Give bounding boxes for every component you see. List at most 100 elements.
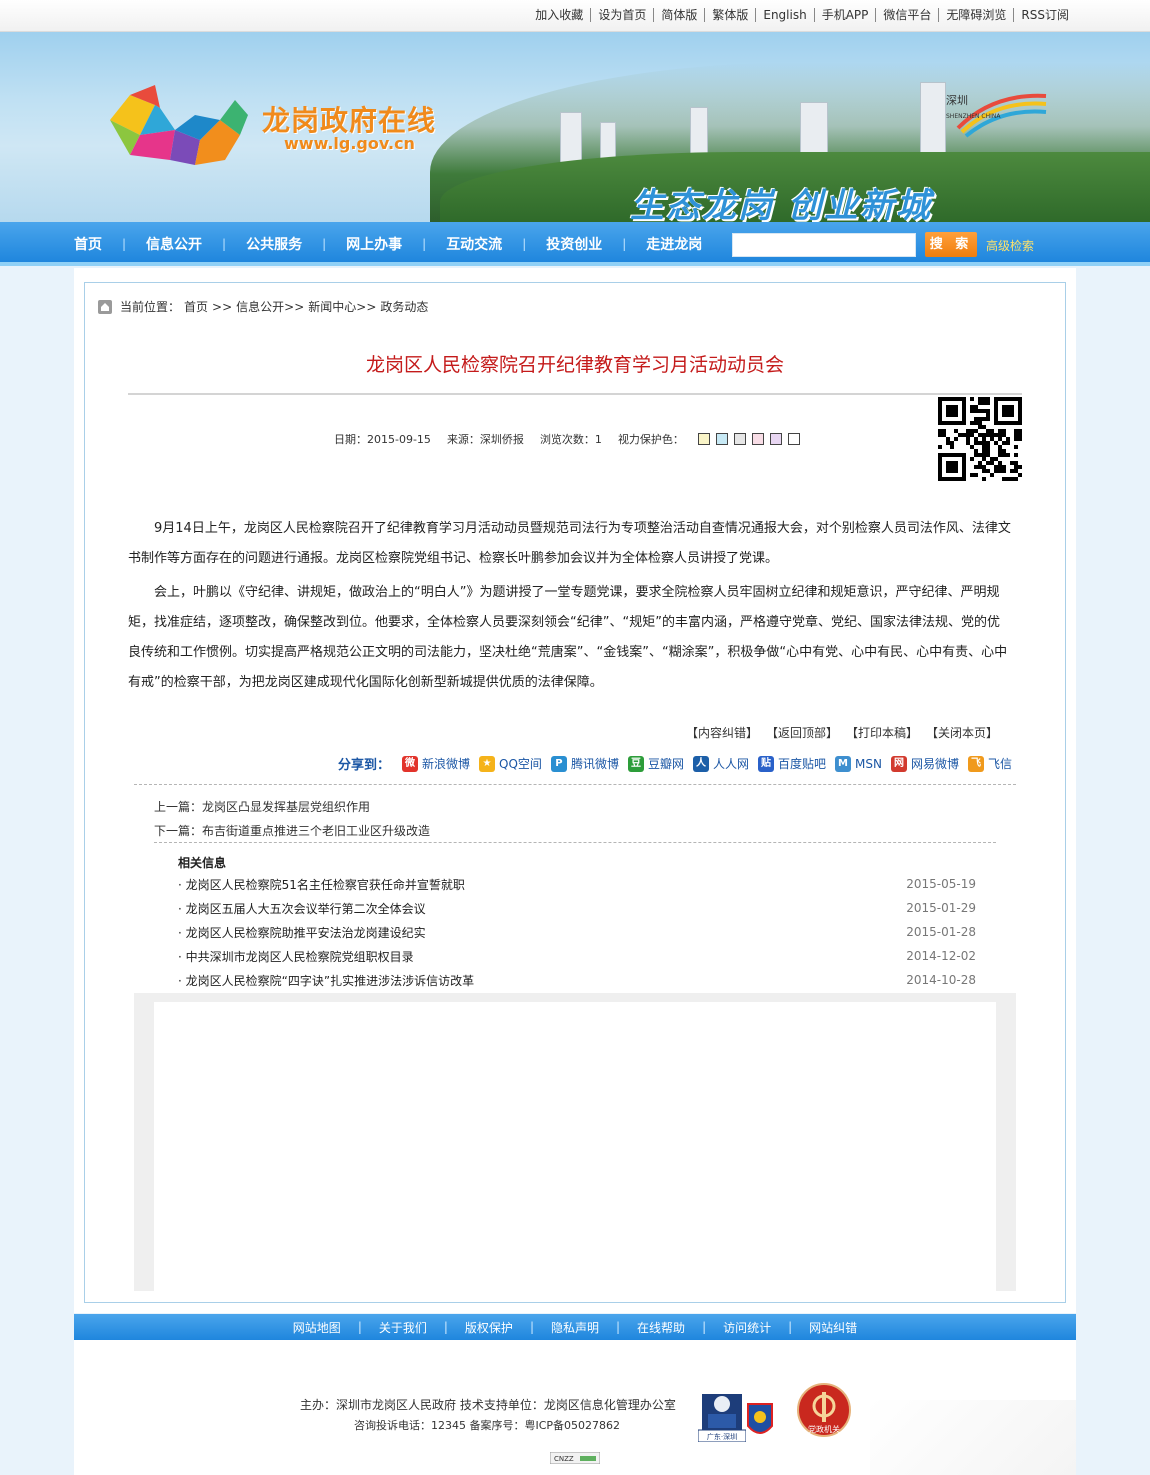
related-item-title[interactable]: · 龙岗区人民检察院“四字诀”扎实推进涉法涉诉信访改革 xyxy=(178,972,474,989)
share-item-label: 网易微博 xyxy=(910,757,959,771)
breadcrumb-info-disclosure[interactable]: 信息公开>> xyxy=(236,298,304,315)
top-link-favorite[interactable]: 加入收藏 xyxy=(528,8,590,22)
list-item[interactable]: · 龙岗区五届人大五次会议举行第二次全体会议 2015-01-29 xyxy=(178,896,978,920)
next-article-link[interactable]: 下一篇：布吉街道重点推进三个老旧工业区升级改造 xyxy=(154,822,430,839)
party-government-badge-icon[interactable]: 党政机关 xyxy=(796,1382,852,1444)
nav-about-longgang[interactable]: 走进龙岗 xyxy=(626,234,722,254)
share-sina-weibo[interactable]: 微新浪微博 xyxy=(402,755,470,772)
eye-care-label: 视力保护色： xyxy=(617,433,684,446)
footer-link-privacy[interactable]: 隐私声明 xyxy=(534,1319,616,1336)
banner-slogan: 生态龙岗 创业新城 xyxy=(630,186,932,222)
related-item-title[interactable]: · 中共深圳市龙岗区人民检察院党组职权目录 xyxy=(178,948,414,965)
list-item[interactable]: · 龙岗区人民检察院“四字诀”扎实推进涉法涉诉信访改革 2014-10-28 xyxy=(178,968,978,992)
share-item-label: 飞信 xyxy=(987,757,1012,771)
footer-corner xyxy=(870,1400,1076,1475)
cnzz-label: CNZZ xyxy=(554,1455,574,1463)
longgang-logo-icon xyxy=(110,85,248,165)
nav-public-service[interactable]: 公共服务 xyxy=(226,234,322,254)
qzone-icon: ★ xyxy=(479,755,496,772)
footer-link-correction[interactable]: 网站纠错 xyxy=(792,1319,874,1336)
baidu-tieba-icon: 贴 xyxy=(757,755,774,772)
shenzhen-badge-text: 深圳 xyxy=(946,94,968,107)
related-item-title[interactable]: · 龙岗区人民检察院助推平安法治龙岗建设纪实 xyxy=(178,924,426,941)
breadcrumb-news-center[interactable]: 新闻中心>> xyxy=(308,298,376,315)
footer-link-sitemap[interactable]: 网站地图 xyxy=(276,1319,358,1336)
share-qzone[interactable]: ★ QQ空间 xyxy=(479,755,542,772)
top-link-traditional[interactable]: 繁体版 xyxy=(704,8,755,22)
police-badge-label: 广东·深圳 xyxy=(707,1432,737,1441)
list-item[interactable]: · 龙岗区人民检察院51名主任检察官获任命并宣誓就职 2015-05-19 xyxy=(178,872,978,896)
share-baidu-tieba[interactable]: 贴百度贴吧 xyxy=(757,755,826,772)
top-link-simplified[interactable]: 简体版 xyxy=(653,8,704,22)
footer-contact-info: 咨询投诉电话：12345 备案序号：粤ICP备05027862 xyxy=(354,1419,621,1432)
share-item-label: 豆瓣网 xyxy=(647,757,684,771)
search-input[interactable] xyxy=(732,233,916,257)
nav-home[interactable]: 首页 xyxy=(54,234,122,254)
share-netease-weibo[interactable]: 网网易微博 xyxy=(890,755,959,772)
nav-investment[interactable]: 投资创业 xyxy=(526,234,622,254)
top-link-homepage[interactable]: 设为首页 xyxy=(590,8,653,22)
related-item-title[interactable]: · 龙岗区人民检察院51名主任检察官获任命并宣誓就职 xyxy=(178,876,465,893)
eye-care-swatch-grey[interactable] xyxy=(733,433,746,445)
share-bar: 分享到： 微新浪微博 ★ QQ空间 P 腾讯微博 豆豆瓣网 人人人网 贴百度贴吧 M… xyxy=(338,754,1021,773)
top-link-rss[interactable]: RSS订阅 xyxy=(1013,8,1076,22)
emblem-icon[interactable] xyxy=(746,1402,774,1440)
breadcrumb-separator: >> xyxy=(212,299,233,314)
print-link[interactable]: 【打印本稿】 xyxy=(846,724,918,741)
eye-care-swatch-purple[interactable] xyxy=(769,433,782,445)
top-link-accessibility[interactable]: 无障碍浏览 xyxy=(938,8,1013,22)
article-tools: 【内容纠错】 【返回顶部】 【打印本稿】 【关闭本页】 xyxy=(686,724,1006,741)
eye-care-swatch-white[interactable] xyxy=(787,433,800,445)
breadcrumb-home[interactable]: 首页 xyxy=(184,298,208,315)
share-item-label: 腾讯微博 xyxy=(570,757,619,771)
top-link-wechat[interactable]: 微信平台 xyxy=(875,8,938,22)
related-info-heading: 相关信息 xyxy=(178,856,227,870)
eye-care-swatch-blue[interactable] xyxy=(715,433,728,445)
top-link-mobile-app[interactable]: 手机APP xyxy=(813,8,876,22)
related-item-date: 2014-12-02 xyxy=(906,949,976,963)
eye-care-swatch-pink[interactable] xyxy=(751,433,764,445)
close-page-link[interactable]: 【关闭本页】 xyxy=(926,724,998,741)
list-item[interactable]: · 中共深圳市龙岗区人民检察院党组职权目录 2014-12-02 xyxy=(178,944,978,968)
eye-care-swatch-yellow[interactable] xyxy=(697,433,710,445)
article-body: 9月14日上午，龙岗区人民检察院召开了纪律教育学习月活动动员暨规范司法行为专项整… xyxy=(128,514,1012,702)
divider xyxy=(134,784,1016,785)
cnzz-stat-icon[interactable]: CNZZ xyxy=(550,1452,600,1464)
footer-link-stats[interactable]: 访问统计 xyxy=(706,1319,788,1336)
footer-link-help[interactable]: 在线帮助 xyxy=(620,1319,702,1336)
footer-link-about[interactable]: 关于我们 xyxy=(362,1319,444,1336)
top-utility-bar: 加入收藏 设为首页 简体版 繁体版 English 手机APP 微信平台 无障碍… xyxy=(0,0,1150,32)
report-error-link[interactable]: 【内容纠错】 xyxy=(686,724,758,741)
nav-online-service[interactable]: 网上办事 xyxy=(326,234,422,254)
share-label: 分享到： xyxy=(338,758,391,773)
divider xyxy=(154,842,996,843)
previous-article-link[interactable]: 上一篇：龙岗区凸显发挥基层党组织作用 xyxy=(154,798,370,815)
share-msn[interactable]: M MSN xyxy=(835,755,882,772)
title-divider xyxy=(128,393,1022,395)
douban-icon: 豆 xyxy=(627,755,644,772)
share-renren[interactable]: 人人人网 xyxy=(692,755,749,772)
share-fetion[interactable]: 飞飞信 xyxy=(967,755,1012,772)
share-item-label: 人人网 xyxy=(712,757,749,771)
nav-info-disclosure[interactable]: 信息公开 xyxy=(126,234,222,254)
nav-interaction[interactable]: 互动交流 xyxy=(426,234,522,254)
advanced-search-link[interactable]: 高级检索 xyxy=(986,237,1034,254)
shenzhen-badge-subtext: SHENZHEN CHINA xyxy=(946,113,1001,120)
related-item-title[interactable]: · 龙岗区五届人大五次会议举行第二次全体会议 xyxy=(178,900,426,917)
footer-link-copyright[interactable]: 版权保护 xyxy=(448,1319,530,1336)
top-link-english[interactable]: English xyxy=(755,8,813,22)
back-to-top-link[interactable]: 【返回顶部】 xyxy=(766,724,838,741)
shenzhen-logo-icon: 深圳 SHENZHEN CHINA xyxy=(946,93,1047,138)
list-item[interactable]: · 龙岗区人民检察院助推平安法治龙岗建设纪实 2015-01-28 xyxy=(178,920,978,944)
qr-code-icon xyxy=(938,397,1022,481)
fetion-icon: 飞 xyxy=(967,755,984,772)
related-item-date: 2015-05-19 xyxy=(906,877,976,891)
breadcrumb-government-news[interactable]: 政务动态 xyxy=(380,298,428,315)
share-item-label: QQ空间 xyxy=(499,757,542,771)
police-badge-icon[interactable]: 广东·深圳 xyxy=(698,1384,746,1442)
article-source: 来源：深圳侨报 xyxy=(446,433,524,446)
share-douban[interactable]: 豆豆瓣网 xyxy=(627,755,684,772)
related-item-date: 2015-01-28 xyxy=(906,925,976,939)
share-tencent-weibo[interactable]: P 腾讯微博 xyxy=(550,755,619,772)
search-button[interactable]: 搜 索 xyxy=(925,232,977,257)
